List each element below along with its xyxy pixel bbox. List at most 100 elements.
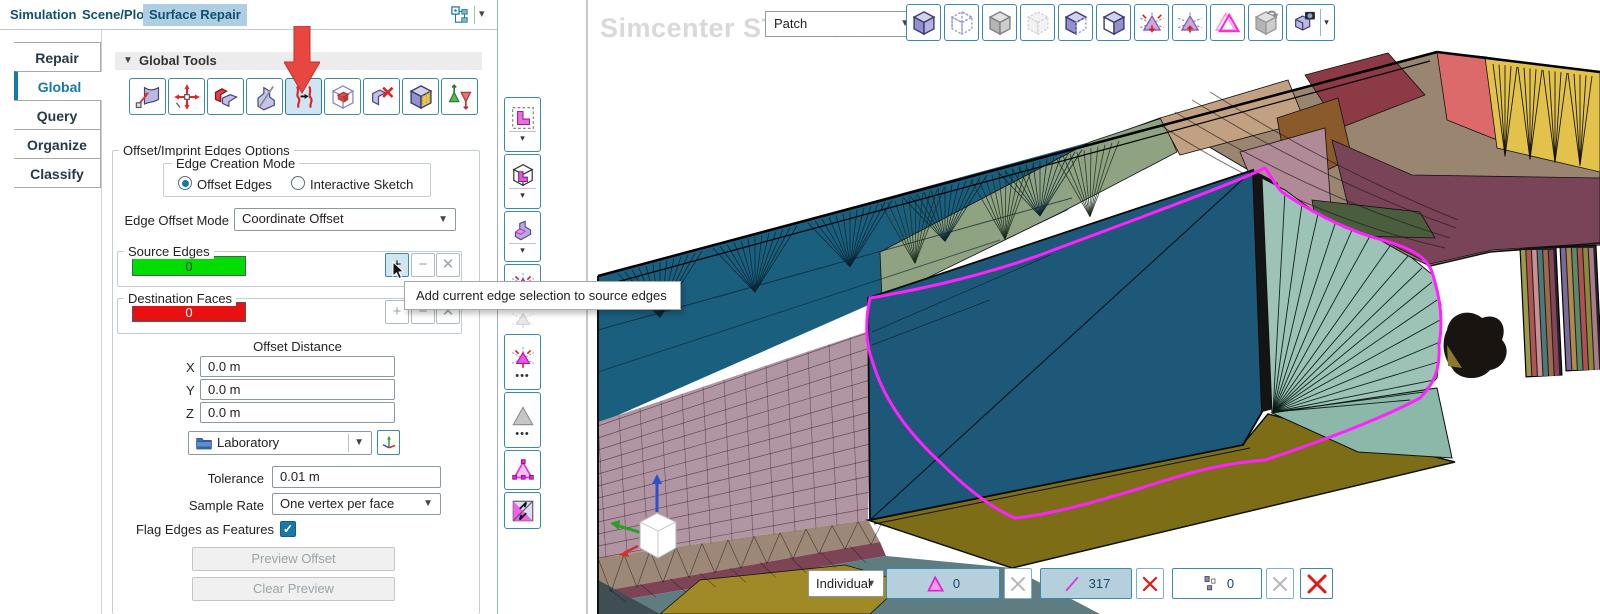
selection-plain-disabled-button[interactable]: ••• — [504, 392, 541, 448]
cube-open-icon — [1100, 9, 1128, 37]
edit-selection-icon — [510, 457, 536, 483]
radio-offset-edges-label[interactable]: Offset Edges — [197, 177, 272, 192]
clear-icon — [1009, 575, 1027, 593]
tool-split-imprint-button[interactable] — [246, 78, 283, 115]
highlight-triangle-icon — [1214, 9, 1242, 37]
selection-plain-disabled-icon — [510, 403, 536, 429]
chevron-down-icon: ▼ — [423, 498, 433, 509]
edge-offset-mode-select[interactable]: Coordinate Offset ▼ — [234, 208, 456, 231]
chevron-down-icon[interactable]: ▾ — [509, 243, 536, 256]
cube-mixed-button[interactable] — [1058, 4, 1093, 41]
chevron-down-icon[interactable]: ▾ — [509, 188, 536, 201]
highlight-triangle-button[interactable] — [1210, 4, 1245, 41]
cube-solid-button[interactable] — [906, 4, 941, 41]
faces-selection-counter[interactable]: 0 — [886, 568, 1000, 599]
tab-repair[interactable]: Repair — [14, 42, 101, 72]
annotation-arrow — [284, 26, 320, 94]
restore-view-button[interactable] — [1248, 4, 1283, 41]
selection-filter-down-button[interactable] — [1134, 4, 1169, 41]
tool-flip-face-normals-button[interactable] — [441, 78, 478, 115]
select-through-button[interactable]: ▾ — [504, 154, 541, 209]
tool-offset-faces-button[interactable] — [402, 78, 439, 115]
tool-transform-button[interactable] — [168, 78, 205, 115]
shrink-selection-button[interactable]: ••• — [504, 334, 541, 390]
tab-organize[interactable]: Organize — [14, 129, 101, 159]
scene-hierarchy-icon[interactable] — [451, 6, 469, 24]
clear-preview-button[interactable]: Clear Preview — [192, 577, 395, 601]
vertices-selection-counter[interactable]: 0 — [1172, 568, 1262, 599]
cube-hidden-button[interactable] — [1020, 4, 1055, 41]
offset-faces-icon — [407, 83, 435, 111]
clear-all-selections-button[interactable] — [1300, 568, 1333, 599]
viewport-left-toolbar: ▾ ▾ ▾ ••• ••• — [504, 97, 541, 529]
tool-patch-faces-button[interactable] — [129, 78, 166, 115]
offset-x-input[interactable]: 0.0 m — [200, 356, 395, 377]
transform-icon — [173, 83, 201, 111]
more-options-icon[interactable]: ••• — [515, 428, 530, 439]
radio-offset-edges[interactable] — [178, 176, 192, 190]
radio-interactive-sketch-label[interactable]: Interactive Sketch — [310, 177, 413, 192]
coordinate-system-select[interactable]: Laboratory ▼ — [188, 431, 372, 455]
clear-faces-button[interactable] — [1004, 568, 1032, 599]
source-edges-label: Source Edges — [124, 244, 214, 259]
invert-selection-button[interactable] — [504, 492, 541, 529]
select-zone-button[interactable]: ▾ — [504, 97, 541, 152]
tolerance-input[interactable]: 0.01 m — [272, 466, 441, 488]
clear-icon — [1271, 575, 1289, 593]
axes-button[interactable] — [377, 430, 400, 455]
z-label: Z — [186, 406, 194, 421]
collapse-icon[interactable]: ▼ — [123, 52, 133, 70]
more-options-icon[interactable]: ••• — [515, 370, 530, 381]
flag-edges-checkbox[interactable]: ✓ — [280, 521, 296, 537]
radio-interactive-sketch[interactable] — [291, 176, 305, 190]
source-edges-count[interactable]: 0 — [132, 256, 246, 276]
sample-rate-select[interactable]: One vertex per face ▼ — [272, 493, 441, 515]
chevron-down-icon[interactable]: ▾ — [1320, 9, 1332, 36]
clear-source-edges-button[interactable]: ✕ — [436, 253, 460, 277]
tab-query[interactable]: Query — [14, 100, 101, 130]
intersect-parts-icon — [329, 83, 357, 111]
tab-surface-repair[interactable]: Surface Repair — [143, 4, 247, 26]
chevron-down-icon: ▼ — [354, 437, 364, 448]
chevron-down-icon[interactable]: ▾ — [509, 131, 536, 144]
chevron-down-icon[interactable]: ▾ — [479, 7, 485, 20]
cube-gray-button[interactable] — [982, 4, 1017, 41]
clear-edges-button[interactable] — [1136, 568, 1164, 599]
tool-fill-holes-button[interactable] — [207, 78, 244, 115]
cube-mixed-icon — [1062, 9, 1090, 37]
tool-delete-intersecting-button[interactable] — [363, 78, 400, 115]
tab-global[interactable]: Global — [14, 71, 102, 101]
cube-transparent-icon — [948, 9, 976, 37]
selection-filter-down-icon — [1138, 9, 1166, 37]
edges-selection-counter[interactable]: 317 — [1040, 568, 1132, 599]
window-tab-bar: Simulation Scene/Plot Surface Repair ▾ — [0, 0, 497, 30]
remove-source-edges-button[interactable]: − — [411, 253, 435, 277]
tab-classify[interactable]: Classify — [14, 158, 101, 188]
cube-open-button[interactable] — [1096, 4, 1131, 41]
folder-icon — [196, 436, 212, 450]
clear-vertices-button[interactable] — [1266, 568, 1294, 599]
select-part-icon — [510, 217, 536, 243]
selection-filter-up-button[interactable] — [1172, 4, 1207, 41]
sample-rate-label: Sample Rate — [188, 498, 264, 513]
tab-simulation[interactable]: Simulation — [4, 4, 82, 26]
cube-solid-icon — [910, 9, 938, 37]
edge-offset-mode-label: Edge Offset Mode — [124, 213, 229, 228]
fill-holes-icon — [212, 83, 240, 111]
chevron-down-icon: ▼ — [866, 578, 876, 589]
cube-hidden-icon — [1024, 9, 1052, 37]
offset-y-input[interactable]: 0.0 m — [200, 379, 395, 400]
destination-faces-label: Destination Faces — [124, 291, 237, 306]
display-mode-select[interactable]: Patch▼ — [765, 11, 918, 37]
edit-selection-button[interactable] — [504, 450, 541, 490]
selection-mode-select[interactable]: Individual ▼ — [808, 570, 884, 597]
preview-offset-button[interactable]: Preview Offset — [192, 547, 395, 571]
save-view-camera-button[interactable]: ▾ — [1286, 4, 1335, 41]
offset-z-input[interactable]: 0.0 m — [200, 402, 395, 423]
select-part-button[interactable]: ▾ — [504, 211, 541, 262]
selection-filter-up-icon — [1176, 9, 1204, 37]
chevron-down-icon: ▼ — [438, 213, 448, 225]
tool-intersect-parts-button[interactable] — [324, 78, 361, 115]
cube-transparent-button[interactable] — [944, 4, 979, 41]
tolerance-label: Tolerance — [207, 471, 264, 486]
